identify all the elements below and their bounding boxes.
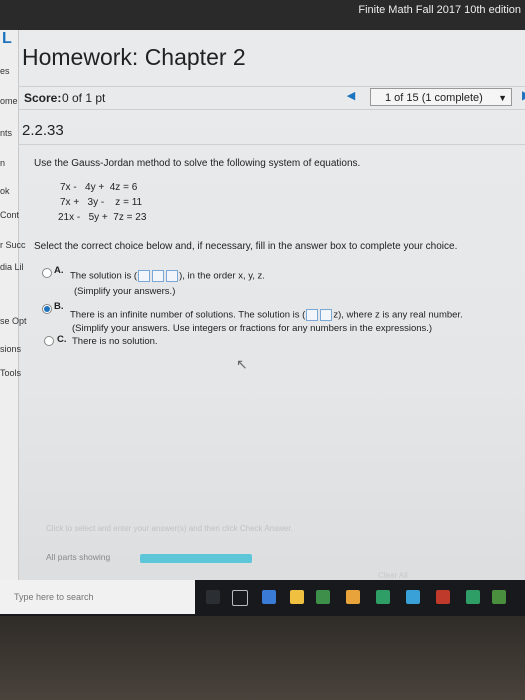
folder-icon[interactable]: [290, 590, 304, 604]
sidebar-item-ebook[interactable]: ok: [0, 186, 10, 196]
app-icon-2[interactable]: [376, 590, 390, 604]
score-label: Score:: [24, 91, 62, 105]
sidebar-item-n[interactable]: n: [0, 158, 5, 168]
sidebar-item-homework[interactable]: es: [0, 66, 10, 76]
question-number: 2.2.33: [22, 122, 64, 139]
score-value: 0 of 1 pt: [62, 91, 106, 105]
score-row: Score: 0 of 1 pt ◀ 1 of 15 (1 complete) …: [18, 86, 525, 110]
cursor-icon: ↖: [236, 356, 248, 372]
equation-3: 21x - 5y + 7z = 23: [58, 212, 147, 223]
sidebar-item-assignments[interactable]: nts: [0, 128, 12, 138]
monitor-bezel: [0, 616, 525, 700]
choice-c-letter: C.: [57, 334, 67, 345]
equation-1: 7x - 4y + 4z = 6: [60, 182, 138, 193]
sidebar-item-sessions[interactable]: sions: [0, 344, 21, 354]
question-number-row: 2.2.33: [18, 118, 525, 145]
app-icon-3[interactable]: [436, 590, 450, 604]
choice-b-text-start: There is an infinite number of solutions…: [70, 309, 306, 321]
store-icon[interactable]: [316, 590, 330, 604]
answer-box-b2[interactable]: [320, 309, 333, 321]
instruction: Select the correct choice below and, if …: [34, 241, 458, 252]
triangle-down-icon: ▼: [498, 93, 507, 103]
edge-icon[interactable]: [262, 590, 276, 604]
choice-b-text-end: z), where z is any real number.: [333, 309, 463, 321]
parts-showing-label: All parts showing: [46, 552, 111, 562]
choice-b-hint: (Simplify your answers. Use integers or …: [72, 323, 433, 334]
microphone-icon[interactable]: [206, 590, 220, 604]
app-icon-5[interactable]: [492, 590, 506, 604]
course-title: Finite Math Fall 2017 10th edition: [358, 4, 521, 16]
answer-box-b1[interactable]: [306, 309, 319, 321]
choice-a-hint: (Simplify your answers.): [74, 286, 176, 297]
taskbar: [0, 580, 525, 616]
top-bar: Finite Math Fall 2017 10th edition: [0, 0, 525, 30]
choice-a-text-start: The solution is (: [70, 270, 138, 282]
app-icon-4[interactable]: [466, 590, 480, 604]
taskbar-search-input[interactable]: [0, 580, 195, 614]
instruction-hint: Click to select and enter your answer(s)…: [46, 524, 293, 533]
sidebar-item-home[interactable]: ome: [0, 96, 18, 106]
weather-icon[interactable]: [406, 590, 420, 604]
choice-b-text: There is an infinite number of solutions…: [70, 309, 463, 321]
screen: Finite Math Fall 2017 10th edition es om…: [0, 0, 525, 640]
choice-c-radio[interactable]: [44, 336, 54, 346]
choice-c-text: There is no solution.: [72, 336, 158, 347]
choice-a-text-end: ), in the order x, y, z.: [179, 270, 265, 282]
previous-question-button[interactable]: ◀: [342, 89, 360, 107]
parts-progress-bar: [140, 554, 252, 563]
choice-a-text: The solution is ( ), in the order x, y, z…: [70, 270, 265, 282]
sidebar-item-content[interactable]: Cont: [0, 210, 19, 220]
question-progress-select[interactable]: 1 of 15 (1 complete) ▼: [370, 88, 512, 106]
clear-all-button[interactable]: Clear All: [378, 571, 408, 580]
choice-b-radio[interactable]: [42, 304, 52, 314]
equation-2: 7x + 3y - z = 11: [60, 197, 143, 208]
question-prompt: Use the Gauss-Jordan method to solve the…: [34, 158, 361, 169]
progress-text: 1 of 15 (1 complete): [385, 92, 483, 104]
sidebar-item-course-options[interactable]: se Opt: [0, 316, 27, 326]
answer-box-y[interactable]: [152, 270, 165, 282]
task-view-icon[interactable]: [232, 590, 248, 606]
sidebar-item-media-library[interactable]: dia Lil: [0, 262, 24, 272]
choice-a-radio[interactable]: [42, 268, 52, 278]
choice-a-letter: A.: [54, 265, 64, 276]
answer-box-z[interactable]: [166, 270, 179, 282]
choice-b-letter: B.: [54, 301, 64, 312]
app-icon[interactable]: [346, 590, 360, 604]
sidebar-item-tools[interactable]: Tools: [0, 368, 21, 378]
triangle-left-icon: ◀: [346, 90, 356, 102]
answer-box-x[interactable]: [138, 270, 151, 282]
sidebar: es ome nts n ok Cont r Succ dia Lil se O…: [0, 30, 27, 600]
sidebar-item-success[interactable]: r Succ: [0, 240, 26, 250]
logo: L: [2, 30, 12, 47]
page-title: Homework: Chapter 2: [22, 44, 246, 70]
